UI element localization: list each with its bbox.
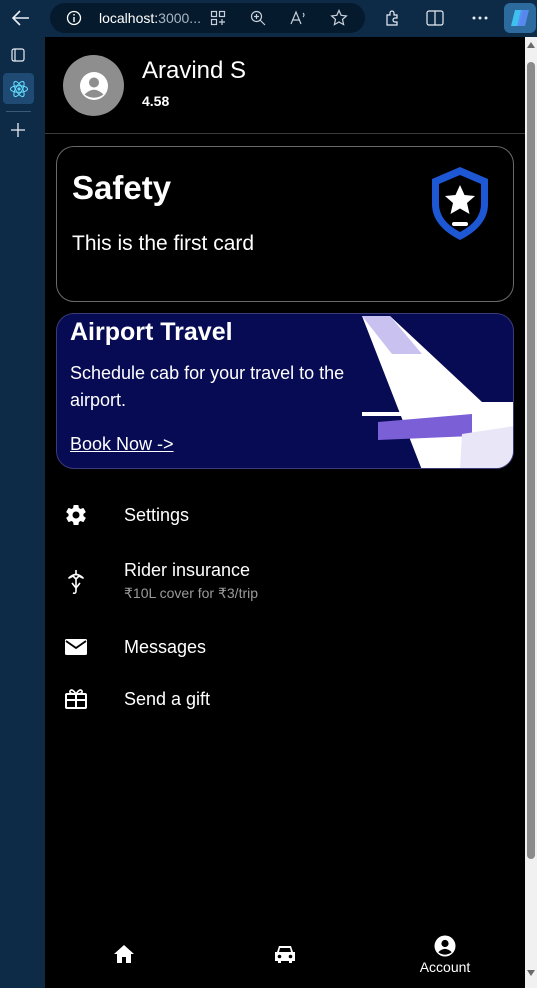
safety-card-text: This is the first card <box>72 232 255 255</box>
gift-icon <box>63 686 89 712</box>
home-icon <box>114 945 134 963</box>
scrollbar-thumb[interactable] <box>527 62 535 859</box>
vertical-tab-strip <box>0 37 37 988</box>
menu-item-rider-insurance[interactable]: Rider insurance ₹10L cover for ₹3/trip <box>45 555 525 611</box>
menu-label-settings: Settings <box>124 505 190 525</box>
menu-sub-rider-insurance: ₹10L cover for ₹3/trip <box>124 585 259 601</box>
favorite-star-icon[interactable] <box>330 9 348 27</box>
address-bar[interactable]: localhost:3000... <box>50 3 365 33</box>
zoom-icon[interactable] <box>250 10 266 26</box>
scroll-up-arrow-icon[interactable] <box>526 40 536 50</box>
avatar[interactable] <box>63 55 124 116</box>
promo-text: Schedule cab for your travel to the airp… <box>70 363 345 410</box>
menu-item-messages[interactable]: Messages <box>45 625 525 669</box>
mail-icon <box>63 634 89 660</box>
tab-actions-icon[interactable] <box>9 46 27 64</box>
scroll-down-arrow-icon[interactable] <box>526 968 536 978</box>
split-screen-icon[interactable] <box>425 8 445 28</box>
car-icon <box>275 946 295 963</box>
copilot-icon[interactable] <box>504 3 536 33</box>
profile-name: Aravind S <box>142 57 247 84</box>
nav-account-label: Account <box>419 959 471 975</box>
umbrella-icon <box>63 569 89 595</box>
promo-title: Airport Travel <box>70 318 233 346</box>
url-host: localhost: <box>99 10 159 26</box>
nav-account[interactable]: Account <box>413 935 477 975</box>
menu-label-rider-insurance: Rider insurance <box>124 560 251 580</box>
url-text[interactable]: localhost:3000... <box>99 10 201 26</box>
nav-home[interactable] <box>113 944 135 964</box>
extensions-icon[interactable] <box>382 8 402 28</box>
tab-divider <box>6 111 31 112</box>
read-aloud-icon[interactable] <box>290 10 308 26</box>
react-icon[interactable] <box>8 78 29 99</box>
bottom-navigation: Account <box>45 927 525 988</box>
account-circle-icon <box>79 71 108 100</box>
nav-rides[interactable] <box>273 944 297 964</box>
safety-card-title: Safety <box>72 169 172 206</box>
book-now-link[interactable]: Book Now -> <box>70 434 174 455</box>
app-grid-icon[interactable] <box>210 10 226 26</box>
profile-rating: 4.58 <box>142 93 170 109</box>
menu-label-messages: Messages <box>124 637 207 657</box>
airplane-tail-image <box>362 314 513 468</box>
safety-card[interactable]: Safety This is the first card <box>56 146 514 302</box>
back-arrow-icon[interactable] <box>8 6 34 30</box>
browser-toolbar: localhost:3000... <box>0 0 537 37</box>
menu-label-send-gift: Send a gift <box>124 689 211 709</box>
more-options-icon[interactable] <box>470 8 490 28</box>
menu-item-send-gift[interactable]: Send a gift <box>45 677 525 721</box>
airport-travel-card[interactable]: Airport Travel Schedule cab for your tra… <box>56 313 514 469</box>
app-drawer: Aravind S 4.58 Safety This is the first … <box>45 37 525 988</box>
profile-header[interactable]: Aravind S 4.58 <box>45 37 525 134</box>
menu-item-settings[interactable]: Settings <box>45 493 525 537</box>
info-icon[interactable] <box>66 10 82 26</box>
new-tab-plus-icon[interactable] <box>9 121 27 139</box>
account-circle-icon <box>434 935 456 957</box>
police-shield-icon <box>425 164 495 249</box>
gear-icon <box>63 502 89 528</box>
url-rest: 3000... <box>158 10 201 26</box>
